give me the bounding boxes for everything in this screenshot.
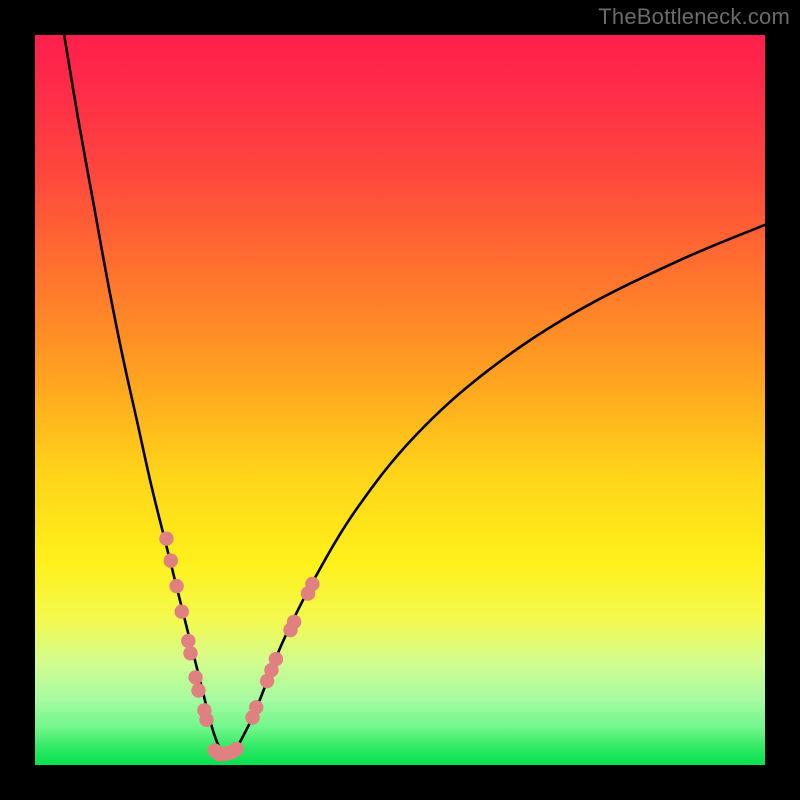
highlight-dot — [229, 742, 243, 756]
highlight-dot — [191, 683, 205, 697]
highlight-dot — [175, 605, 189, 619]
highlight-dot — [188, 670, 202, 684]
highlight-dot — [269, 652, 283, 666]
outer-frame: TheBottleneck.com — [0, 0, 800, 800]
highlight-dot — [159, 532, 173, 546]
highlight-dots — [159, 532, 319, 762]
watermark-text: TheBottleneck.com — [598, 4, 790, 30]
highlight-dot — [164, 553, 178, 567]
plot-area — [35, 35, 765, 765]
highlight-dot — [305, 577, 319, 591]
bottleneck-curve — [64, 35, 765, 756]
highlight-dot — [249, 700, 263, 714]
chart-svg — [35, 35, 765, 765]
highlight-dot — [287, 615, 301, 629]
highlight-dot — [181, 634, 195, 648]
highlight-dot — [199, 713, 213, 727]
highlight-dot — [183, 646, 197, 660]
highlight-dot — [169, 579, 183, 593]
